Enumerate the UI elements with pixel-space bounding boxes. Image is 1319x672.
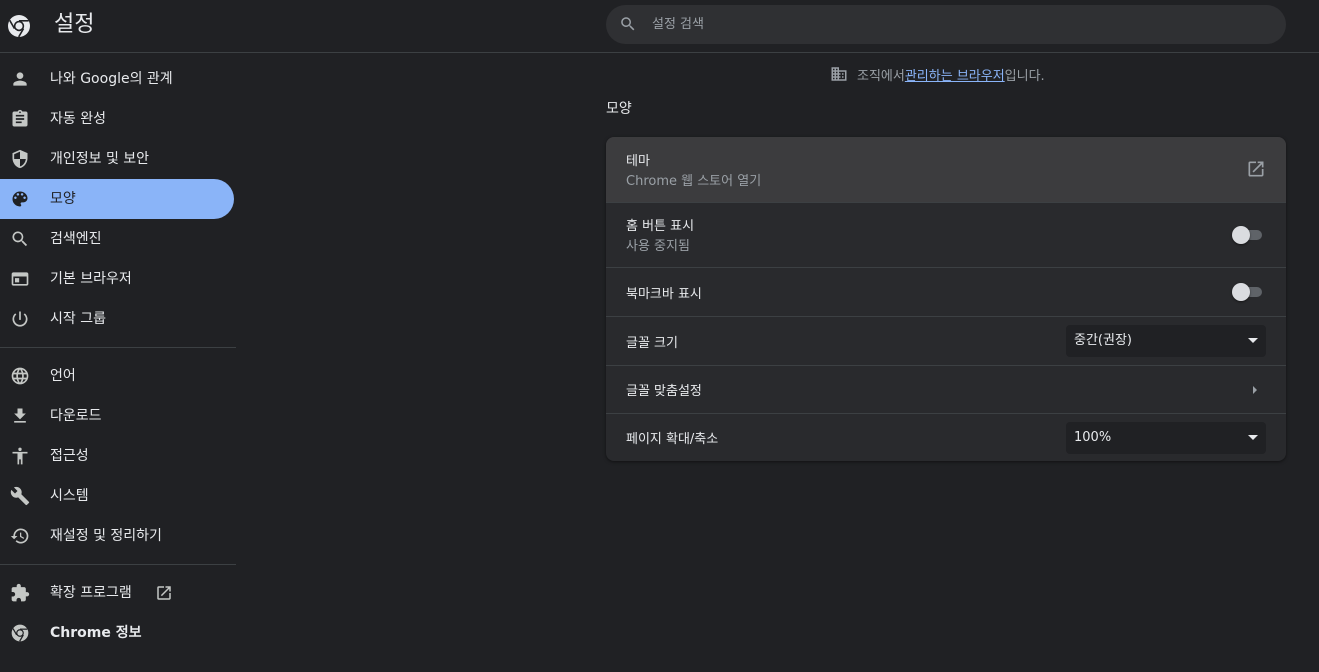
power-icon [10,309,30,329]
person-icon [10,69,30,89]
home-button-toggle[interactable] [1232,226,1264,244]
page-zoom-select[interactable]: 100% [1066,422,1266,454]
sidebar-item-label: 재설정 및 정리하기 [50,528,162,544]
sidebar-item-label: Chrome 정보 [50,625,142,641]
bookmarks-bar-row[interactable]: 북마크바 표시 [606,267,1286,316]
sidebar-item-system[interactable]: 시스템 [0,476,234,516]
sidebar-item-label: 시작 그룹 [50,311,106,327]
sidebar-item-label: 접근성 [50,448,89,464]
dropdown-arrow-icon [1248,338,1258,343]
sidebar-item-default-browser[interactable]: 기본 브라우저 [0,259,234,299]
appearance-settings-card: 테마 Chrome 웹 스토어 열기 홈 버튼 표시 사용 중지됨 북마크바 표… [606,137,1286,461]
theme-row[interactable]: 테마 Chrome 웹 스토어 열기 [606,137,1286,202]
chrome-logo-icon [7,14,31,38]
home-button-row[interactable]: 홈 버튼 표시 사용 중지됨 [606,202,1286,267]
page-zoom-value: 100% [1074,430,1112,445]
globe-icon [10,366,30,386]
sidebar-item-autofill[interactable]: 자동 완성 [0,99,234,139]
building-icon [830,65,848,83]
sidebar-item-label: 다운로드 [50,408,102,424]
sidebar-item-accessibility[interactable]: 접근성 [0,436,234,476]
accessibility-icon [10,446,30,466]
bookmarks-bar-toggle[interactable] [1232,283,1264,301]
home-button-subtitle: 사용 중지됨 [626,239,690,254]
chrome-icon [10,623,30,643]
search-input[interactable] [652,5,1252,44]
sidebar-item-label: 언어 [50,368,76,384]
search-box[interactable] [606,5,1286,44]
sidebar-divider [0,347,236,348]
browser-icon [10,269,30,289]
sidebar-item-about-chrome[interactable]: Chrome 정보 [0,613,234,653]
theme-title: 테마 [626,154,650,169]
open-in-new-icon [155,584,173,602]
sidebar-item-label: 나와 Google의 관계 [50,71,173,87]
theme-subtitle: Chrome 웹 스토어 열기 [626,174,762,189]
font-size-select[interactable]: 중간(권장) [1066,325,1266,357]
page-title: 설정 [54,12,95,37]
font-size-row: 글꼴 크기 중간(권장) [606,316,1286,365]
sidebar-item-extensions[interactable]: 확장 프로그램 [0,573,234,613]
search-icon [10,229,30,249]
sidebar-item-downloads[interactable]: 다운로드 [0,396,234,436]
home-button-title: 홈 버튼 표시 [626,219,695,234]
clipboard-icon [10,109,30,129]
customize-fonts-title: 글꼴 맞춤설정 [626,384,702,399]
bookmarks-bar-title: 북마크바 표시 [626,287,702,302]
open-in-new-icon[interactable] [1246,159,1266,179]
sidebar-item-label: 기본 브라우저 [50,271,132,287]
sidebar-item-you-and-google[interactable]: 나와 Google의 관계 [0,59,234,99]
section-title: 모양 [606,101,632,117]
sidebar-item-on-startup[interactable]: 시작 그룹 [0,299,234,339]
sidebar-item-privacy[interactable]: 개인정보 및 보안 [0,139,234,179]
font-size-value: 중간(권장) [1074,333,1132,348]
sidebar-item-appearance[interactable]: 모양 [0,179,234,219]
sidebar-item-label: 확장 프로그램 [50,585,132,601]
managed-suffix: 입니다. [1004,68,1045,84]
managed-notice: 조직에서 관리하는 브라우저 입니다. [830,64,1045,84]
chevron-right-icon [1253,386,1257,394]
wrench-icon [10,486,30,506]
search-icon [619,15,637,33]
settings-app: 설정 나와 Google의 관계 자동 완성 개인정보 및 보안 모양 검색엔진 [0,0,1319,672]
managed-browser-link[interactable]: 관리하는 브라우저 [905,65,1005,84]
sidebar-item-languages[interactable]: 언어 [0,356,234,396]
toggle-knob [1232,283,1250,301]
sidebar-item-reset[interactable]: 재설정 및 정리하기 [0,516,234,556]
sidebar: 나와 Google의 관계 자동 완성 개인정보 및 보안 모양 검색엔진 기본… [0,59,236,653]
sidebar-item-search-engine[interactable]: 검색엔진 [0,219,234,259]
palette-icon [10,189,30,209]
customize-fonts-row[interactable]: 글꼴 맞춤설정 [606,365,1286,413]
managed-prefix: 조직에서 [857,68,905,84]
sidebar-item-label: 모양 [50,191,76,207]
toggle-knob [1232,226,1250,244]
download-icon [10,406,30,426]
page-zoom-row: 페이지 확대/축소 100% [606,413,1286,461]
header: 설정 [0,0,1319,53]
font-size-title: 글꼴 크기 [626,336,678,351]
sidebar-divider [0,564,236,565]
shield-icon [10,149,30,169]
sidebar-item-label: 시스템 [50,488,89,504]
dropdown-arrow-icon [1248,435,1258,440]
sidebar-item-label: 개인정보 및 보안 [50,151,150,167]
sidebar-item-label: 자동 완성 [50,111,106,127]
puzzle-icon [10,583,30,603]
page-zoom-title: 페이지 확대/축소 [626,432,719,447]
restore-icon [10,526,30,546]
sidebar-item-label: 검색엔진 [50,231,102,247]
